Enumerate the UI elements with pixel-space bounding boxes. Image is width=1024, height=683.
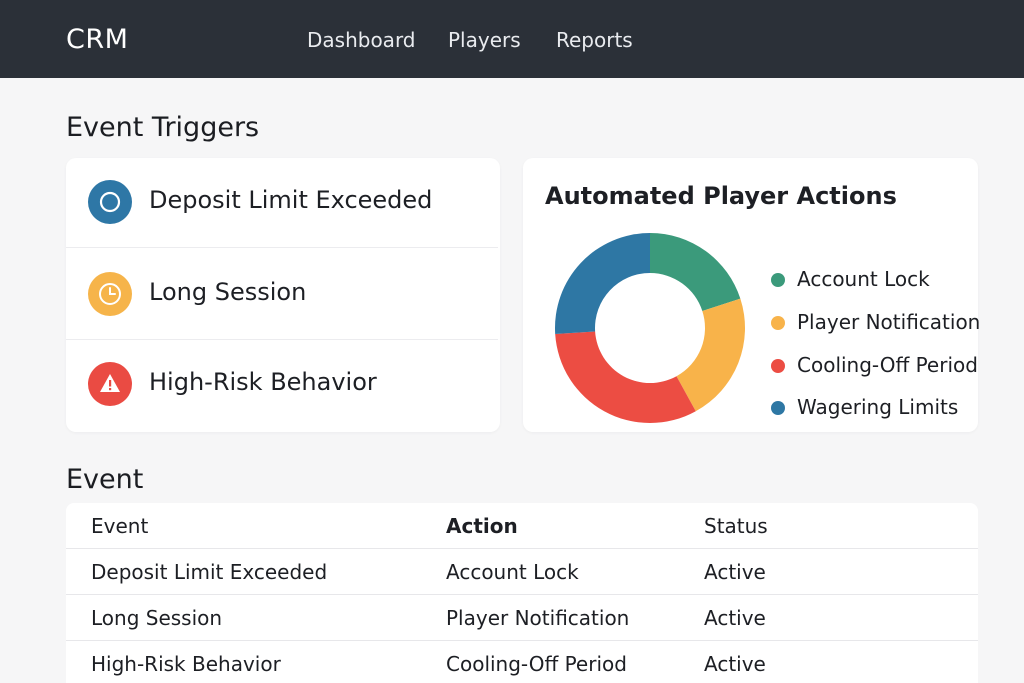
donut-slice-player-notification[interactable] xyxy=(676,298,745,412)
brand-logo[interactable]: CRM xyxy=(66,24,128,55)
top-nav-bar: CRM Dashboard Players Reports xyxy=(0,0,1024,78)
donut-slice-account-lock[interactable] xyxy=(650,233,741,312)
legend-label: Cooling-Off Period xyxy=(797,353,978,377)
automated-actions-card: Automated Player Actions Account Lock Pla… xyxy=(523,158,981,432)
column-header-event: Event xyxy=(91,514,149,538)
warning-icon xyxy=(88,362,132,406)
nav-item-dashboard[interactable]: Dashboard xyxy=(307,28,416,52)
legend-dot xyxy=(771,273,785,287)
table-header-row: Event Action Status xyxy=(66,503,978,549)
trigger-label: High-Risk Behavior xyxy=(149,368,377,396)
trigger-row-deposit-limit[interactable]: Deposit Limit Exceeded xyxy=(66,158,498,248)
column-header-action: Action xyxy=(446,514,518,538)
trigger-label: Deposit Limit Exceeded xyxy=(149,186,433,214)
table-row[interactable]: High-Risk Behavior Cooling-Off Period Ac… xyxy=(66,641,978,683)
cell-action: Account Lock xyxy=(446,560,579,584)
cell-status: Active xyxy=(704,606,766,630)
trigger-row-long-session[interactable]: Long Session xyxy=(66,250,498,340)
table-row[interactable]: Long Session Player Notification Active xyxy=(66,595,978,641)
circle-icon xyxy=(88,180,132,224)
legend-label: Player Notification xyxy=(797,310,981,334)
trigger-row-high-risk[interactable]: High-Risk Behavior xyxy=(66,340,498,430)
cell-status: Active xyxy=(704,560,766,584)
event-triggers-title: Event Triggers xyxy=(66,112,260,143)
cell-action: Player Notification xyxy=(446,606,630,630)
legend-dot xyxy=(771,359,785,373)
event-triggers-card: Deposit Limit Exceeded Long Session High… xyxy=(66,158,500,432)
donut-slice-cooling-off-period[interactable] xyxy=(555,331,696,423)
trigger-label: Long Session xyxy=(149,278,307,306)
cell-event: Deposit Limit Exceeded xyxy=(91,560,328,584)
donut-slice-wagering-limits[interactable] xyxy=(555,233,650,334)
legend-dot xyxy=(771,401,785,415)
cell-action: Cooling-Off Period xyxy=(446,652,627,676)
cell-status: Active xyxy=(704,652,766,676)
nav-item-reports[interactable]: Reports xyxy=(556,28,633,52)
legend-label: Account Lock xyxy=(797,267,930,291)
legend-label: Wagering Limits xyxy=(797,395,959,419)
cell-event: Long Session xyxy=(91,606,223,630)
cell-event: High-Risk Behavior xyxy=(91,652,281,676)
event-table: Event Action Status Deposit Limit Exceed… xyxy=(66,503,978,683)
nav-item-players[interactable]: Players xyxy=(448,28,521,52)
chart-title: Automated Player Actions xyxy=(545,182,897,210)
clock-icon xyxy=(88,272,132,316)
legend-dot xyxy=(771,316,785,330)
donut-chart xyxy=(555,233,745,423)
column-header-status: Status xyxy=(704,514,768,538)
table-row[interactable]: Deposit Limit Exceeded Account Lock Acti… xyxy=(66,549,978,595)
event-table-title: Event xyxy=(66,464,144,495)
